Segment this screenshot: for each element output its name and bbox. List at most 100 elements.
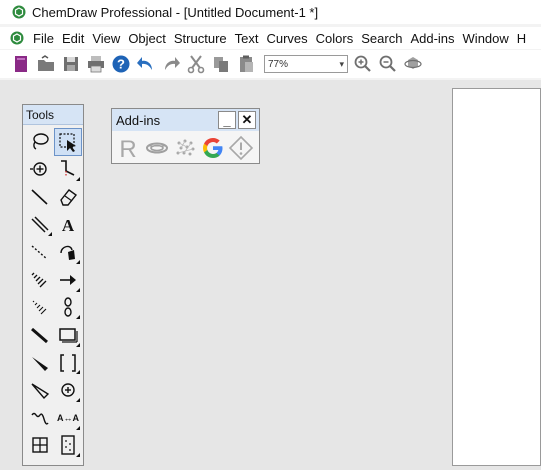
save-icon [64, 57, 78, 71]
svg-text:R: R [119, 136, 136, 161]
addins-icon-row: R [112, 131, 259, 163]
document-logo-icon[interactable] [10, 31, 24, 45]
eraser-icon [60, 189, 78, 206]
close-button[interactable]: ✕ [238, 111, 256, 129]
table-tool[interactable] [26, 432, 54, 460]
submenu-corner-icon [48, 232, 52, 237]
tlc-plate-tool[interactable] [54, 432, 82, 460]
hashed-bond-tool[interactable] [26, 266, 54, 294]
submenu-corner-icon [76, 177, 80, 182]
menu-object[interactable]: Object [124, 31, 170, 46]
svg-text:?: ? [117, 57, 125, 72]
svg-text:A: A [62, 216, 75, 235]
lasso-tool[interactable] [26, 128, 54, 156]
redo-arrow-icon [165, 57, 180, 70]
r-icon: R [119, 136, 136, 161]
menu-colors[interactable]: Colors [312, 31, 358, 46]
orbital-tool[interactable] [54, 294, 82, 322]
printer-icon [88, 56, 104, 73]
submenu-corner-icon [76, 425, 80, 430]
pen-tool[interactable] [54, 238, 82, 266]
new-document-button[interactable] [10, 53, 32, 75]
addins-panel: Add-ins _ ✕ R [111, 108, 260, 164]
addin-google-button[interactable] [199, 133, 227, 163]
menu-help[interactable]: H [513, 31, 530, 46]
submenu-corner-icon [76, 287, 80, 292]
chemical-symbols-tool[interactable] [54, 376, 82, 404]
hollow-wedge-tool[interactable] [26, 376, 54, 404]
chemdraw-logo-icon [12, 5, 26, 19]
structure-perspective-tool[interactable] [26, 156, 54, 184]
text-a-icon: A [62, 216, 75, 235]
menu-edit[interactable]: Edit [58, 31, 88, 46]
zoom-value: 77% [268, 58, 289, 70]
rotate-structure-icon [30, 162, 47, 177]
zoom-out-button[interactable] [377, 53, 399, 75]
main-toolbar: ? 77% ▾ [0, 50, 541, 78]
menu-window[interactable]: Window [459, 31, 513, 46]
minimize-button[interactable]: _ [218, 111, 236, 129]
help-button[interactable]: ? [110, 53, 132, 75]
menu-view[interactable]: View [88, 31, 124, 46]
hashed-wedge-icon [32, 300, 47, 315]
open-button[interactable] [35, 53, 57, 75]
tools-palette: Tools A A↔A [22, 104, 84, 466]
lasso-icon [33, 133, 49, 150]
table-grid-icon [32, 437, 48, 454]
drawing-elements-tool[interactable] [54, 321, 82, 349]
arrow-tool[interactable] [54, 266, 82, 294]
submenu-corner-icon [76, 259, 80, 264]
svg-text:A↔A: A↔A [57, 413, 79, 423]
menu-curves[interactable]: Curves [262, 31, 311, 46]
redo-button[interactable] [160, 53, 182, 75]
menu-search[interactable]: Search [357, 31, 406, 46]
single-bond-icon [31, 189, 48, 205]
open-folder-icon [38, 55, 54, 71]
menu-text[interactable]: Text [231, 31, 263, 46]
rotate-view-button[interactable] [402, 53, 424, 75]
save-button[interactable] [60, 53, 82, 75]
addin-mesh-button[interactable] [171, 133, 199, 163]
submenu-corner-icon [76, 342, 80, 347]
menu-structure[interactable]: Structure [170, 31, 231, 46]
addin-warning-button[interactable] [227, 133, 255, 163]
wedge-bond-tool[interactable] [26, 349, 54, 377]
menu-add-ins[interactable]: Add-ins [406, 31, 458, 46]
addin-ring-button[interactable] [143, 133, 171, 163]
google-icon [203, 138, 223, 158]
hashed-wedge-tool[interactable] [26, 294, 54, 322]
undo-button[interactable] [135, 53, 157, 75]
eraser-tool[interactable] [54, 183, 82, 211]
brackets-tool[interactable] [54, 349, 82, 377]
double-bond-tool[interactable] [26, 211, 54, 239]
wedge-bond-icon [32, 356, 48, 371]
bond-chain-tool[interactable] [54, 156, 82, 184]
wavy-bond-tool[interactable] [26, 404, 54, 432]
document-canvas[interactable] [452, 88, 541, 466]
paste-button[interactable] [235, 53, 257, 75]
zoom-in-button[interactable] [352, 53, 374, 75]
addin-r-button[interactable]: R [115, 133, 143, 163]
app-window: ChemDraw Professional - [Untitled Docume… [0, 0, 541, 470]
addins-panel-header[interactable]: Add-ins _ ✕ [112, 109, 259, 131]
tools-palette-title[interactable]: Tools [23, 105, 83, 125]
wavy-bond-icon [31, 412, 49, 425]
print-button[interactable] [85, 53, 107, 75]
addins-panel-title: Add-ins [116, 112, 161, 128]
submenu-corner-icon [76, 370, 80, 375]
mesh-icon [176, 139, 195, 156]
zoom-dropdown[interactable]: 77% ▾ [264, 55, 348, 73]
dashed-bond-tool[interactable] [26, 238, 54, 266]
hashed-bond-icon [31, 272, 47, 288]
reaction-mapping-tool[interactable]: A↔A [54, 404, 82, 432]
copy-button[interactable] [210, 53, 232, 75]
menu-file[interactable]: File [29, 31, 58, 46]
zoom-in-icon [354, 55, 371, 72]
undo-arrow-icon [137, 57, 152, 70]
marquee-tool[interactable] [54, 128, 82, 156]
cut-button[interactable] [185, 53, 207, 75]
text-tool[interactable]: A [54, 211, 82, 239]
bold-bond-tool[interactable] [26, 321, 54, 349]
marquee-select-icon [59, 133, 76, 152]
single-bond-tool[interactable] [26, 183, 54, 211]
